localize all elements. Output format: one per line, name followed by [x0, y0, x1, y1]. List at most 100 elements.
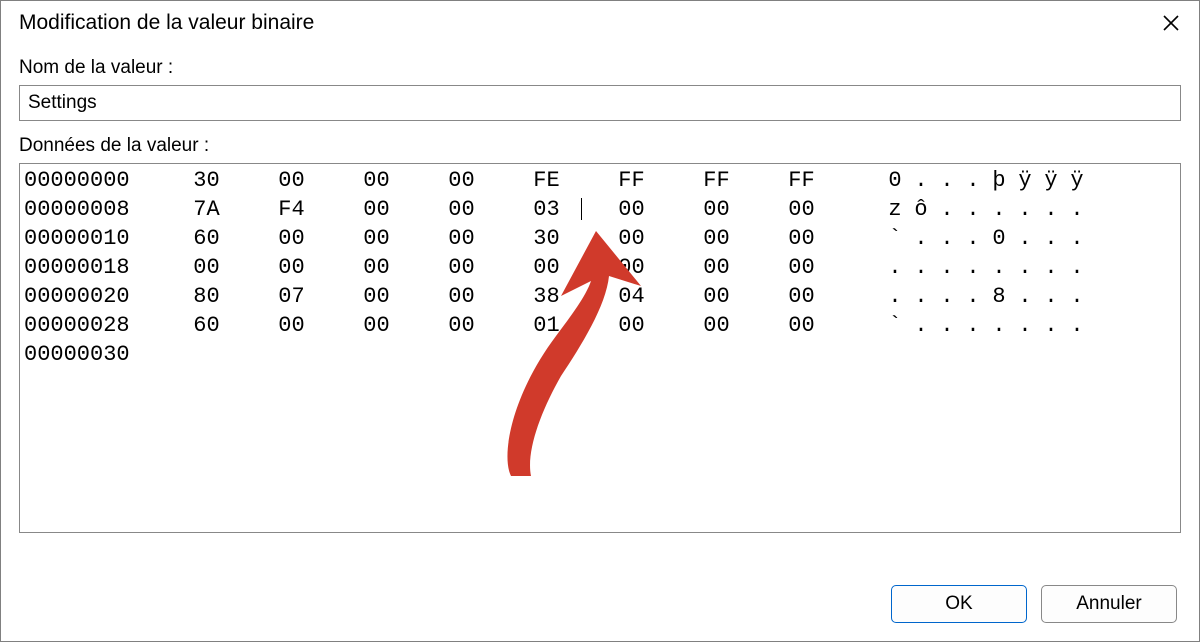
hex-byte[interactable]: 38 [504, 282, 589, 311]
hex-byte[interactable]: 00 [674, 253, 759, 282]
hex-ascii[interactable]: zô...... [844, 195, 1090, 224]
hex-byte[interactable]: FF [589, 166, 674, 195]
hex-byte[interactable]: 7A [164, 195, 249, 224]
hex-byte[interactable]: 04 [589, 282, 674, 311]
hex-ascii-char[interactable]: . [882, 253, 908, 282]
hex-byte[interactable]: 00 [419, 282, 504, 311]
hex-byte[interactable]: 00 [164, 253, 249, 282]
hex-ascii-char[interactable]: . [908, 224, 934, 253]
hex-byte[interactable]: 00 [759, 311, 844, 340]
hex-byte[interactable]: 00 [674, 282, 759, 311]
hex-bytes[interactable]: 30000000FEFFFFFF [164, 166, 844, 195]
hex-ascii-char[interactable]: 8 [986, 282, 1012, 311]
hex-ascii-char[interactable]: . [1038, 311, 1064, 340]
hex-ascii-char[interactable]: . [934, 195, 960, 224]
hex-byte[interactable]: 00 [334, 166, 419, 195]
hex-ascii[interactable]: 0...þÿÿÿ [844, 166, 1090, 195]
hex-ascii-char[interactable]: . [934, 224, 960, 253]
hex-byte[interactable]: 00 [419, 224, 504, 253]
hex-ascii-char[interactable]: . [1038, 282, 1064, 311]
hex-byte[interactable]: 00 [504, 253, 589, 282]
hex-byte[interactable]: 00 [334, 253, 419, 282]
hex-ascii-char[interactable]: . [960, 166, 986, 195]
value-name-input[interactable] [19, 85, 1181, 121]
hex-ascii-char[interactable]: 0 [882, 166, 908, 195]
hex-byte[interactable]: 00 [419, 166, 504, 195]
hex-byte[interactable]: 30 [504, 224, 589, 253]
hex-ascii-char[interactable]: . [1038, 195, 1064, 224]
hex-byte[interactable]: 00 [589, 311, 674, 340]
hex-ascii-char[interactable]: . [882, 282, 908, 311]
hex-byte[interactable]: 00 [249, 253, 334, 282]
hex-byte[interactable]: F4 [249, 195, 334, 224]
hex-ascii-char[interactable]: . [960, 224, 986, 253]
hex-byte[interactable]: 00 [334, 282, 419, 311]
hex-ascii[interactable]: ........ [844, 253, 1090, 282]
hex-ascii-char[interactable]: . [1038, 253, 1064, 282]
hex-ascii-char[interactable]: . [986, 195, 1012, 224]
hex-byte[interactable]: 00 [419, 311, 504, 340]
hex-byte[interactable]: 30 [164, 166, 249, 195]
hex-byte[interactable]: 00 [674, 311, 759, 340]
hex-byte[interactable]: 00 [334, 195, 419, 224]
hex-row[interactable]: 000000180000000000000000........ [24, 253, 1176, 282]
hex-ascii-char[interactable]: z [882, 195, 908, 224]
hex-row[interactable]: 000000106000000030000000`...0... [24, 224, 1176, 253]
hex-ascii-char[interactable]: . [986, 311, 1012, 340]
cancel-button[interactable]: Annuler [1041, 585, 1177, 623]
hex-ascii-char[interactable]: . [1064, 282, 1090, 311]
hex-ascii-char[interactable]: . [986, 253, 1012, 282]
hex-byte[interactable]: 00 [759, 253, 844, 282]
hex-ascii-char[interactable]: ÿ [1038, 166, 1064, 195]
hex-ascii-char[interactable]: . [934, 166, 960, 195]
hex-editor[interactable]: 0000000030000000FEFFFFFF0...þÿÿÿ00000008… [19, 163, 1181, 533]
hex-ascii-char[interactable]: . [934, 311, 960, 340]
close-button[interactable] [1157, 9, 1185, 37]
hex-ascii-char[interactable]: ÿ [1064, 166, 1090, 195]
hex-ascii[interactable]: ....8... [844, 282, 1090, 311]
hex-ascii-char[interactable]: . [1064, 253, 1090, 282]
hex-ascii-char[interactable]: . [1012, 224, 1038, 253]
hex-byte[interactable]: 00 [249, 224, 334, 253]
hex-ascii-char[interactable]: ô [908, 195, 934, 224]
hex-byte[interactable]: 00 [419, 253, 504, 282]
hex-bytes[interactable]: 6000000001000000 [164, 311, 844, 340]
hex-byte[interactable]: 00 [334, 311, 419, 340]
hex-byte[interactable]: 00 [589, 195, 674, 224]
hex-ascii-char[interactable]: . [908, 311, 934, 340]
hex-byte[interactable]: 00 [249, 311, 334, 340]
hex-ascii-char[interactable]: ` [882, 224, 908, 253]
hex-byte[interactable]: 00 [589, 224, 674, 253]
hex-ascii-char[interactable]: ÿ [1012, 166, 1038, 195]
hex-bytes[interactable]: 8007000038040000 [164, 282, 844, 311]
hex-ascii-char[interactable]: . [1064, 195, 1090, 224]
hex-ascii-char[interactable]: 0 [986, 224, 1012, 253]
hex-ascii-char[interactable]: . [960, 282, 986, 311]
hex-ascii-char[interactable]: . [1038, 224, 1064, 253]
hex-byte[interactable]: 60 [164, 311, 249, 340]
hex-byte[interactable]: 00 [759, 195, 844, 224]
hex-row[interactable]: 000000087AF4000003000000zô...... [24, 195, 1176, 224]
hex-ascii-char[interactable]: . [1064, 224, 1090, 253]
hex-byte[interactable]: FF [674, 166, 759, 195]
hex-ascii-char[interactable]: . [934, 253, 960, 282]
hex-byte[interactable]: 00 [249, 166, 334, 195]
hex-byte[interactable]: 03 [504, 195, 589, 224]
hex-ascii-char[interactable]: . [1012, 195, 1038, 224]
hex-byte[interactable]: 00 [674, 224, 759, 253]
hex-ascii-char[interactable]: . [1012, 311, 1038, 340]
hex-ascii[interactable]: `...0... [844, 224, 1090, 253]
hex-ascii-char[interactable]: þ [986, 166, 1012, 195]
hex-row[interactable]: 000000208007000038040000....8... [24, 282, 1176, 311]
hex-byte[interactable]: 00 [759, 282, 844, 311]
hex-ascii-char[interactable]: . [960, 311, 986, 340]
hex-ascii[interactable] [164, 340, 202, 369]
hex-bytes[interactable]: 0000000000000000 [164, 253, 844, 282]
hex-ascii-char[interactable]: . [908, 166, 934, 195]
hex-byte[interactable]: 00 [589, 253, 674, 282]
hex-ascii-char[interactable]: . [1012, 253, 1038, 282]
hex-ascii-char[interactable]: . [908, 253, 934, 282]
hex-byte[interactable]: 00 [334, 224, 419, 253]
hex-row[interactable]: 00000030 [24, 340, 1176, 369]
hex-row[interactable]: 0000000030000000FEFFFFFF0...þÿÿÿ [24, 166, 1176, 195]
